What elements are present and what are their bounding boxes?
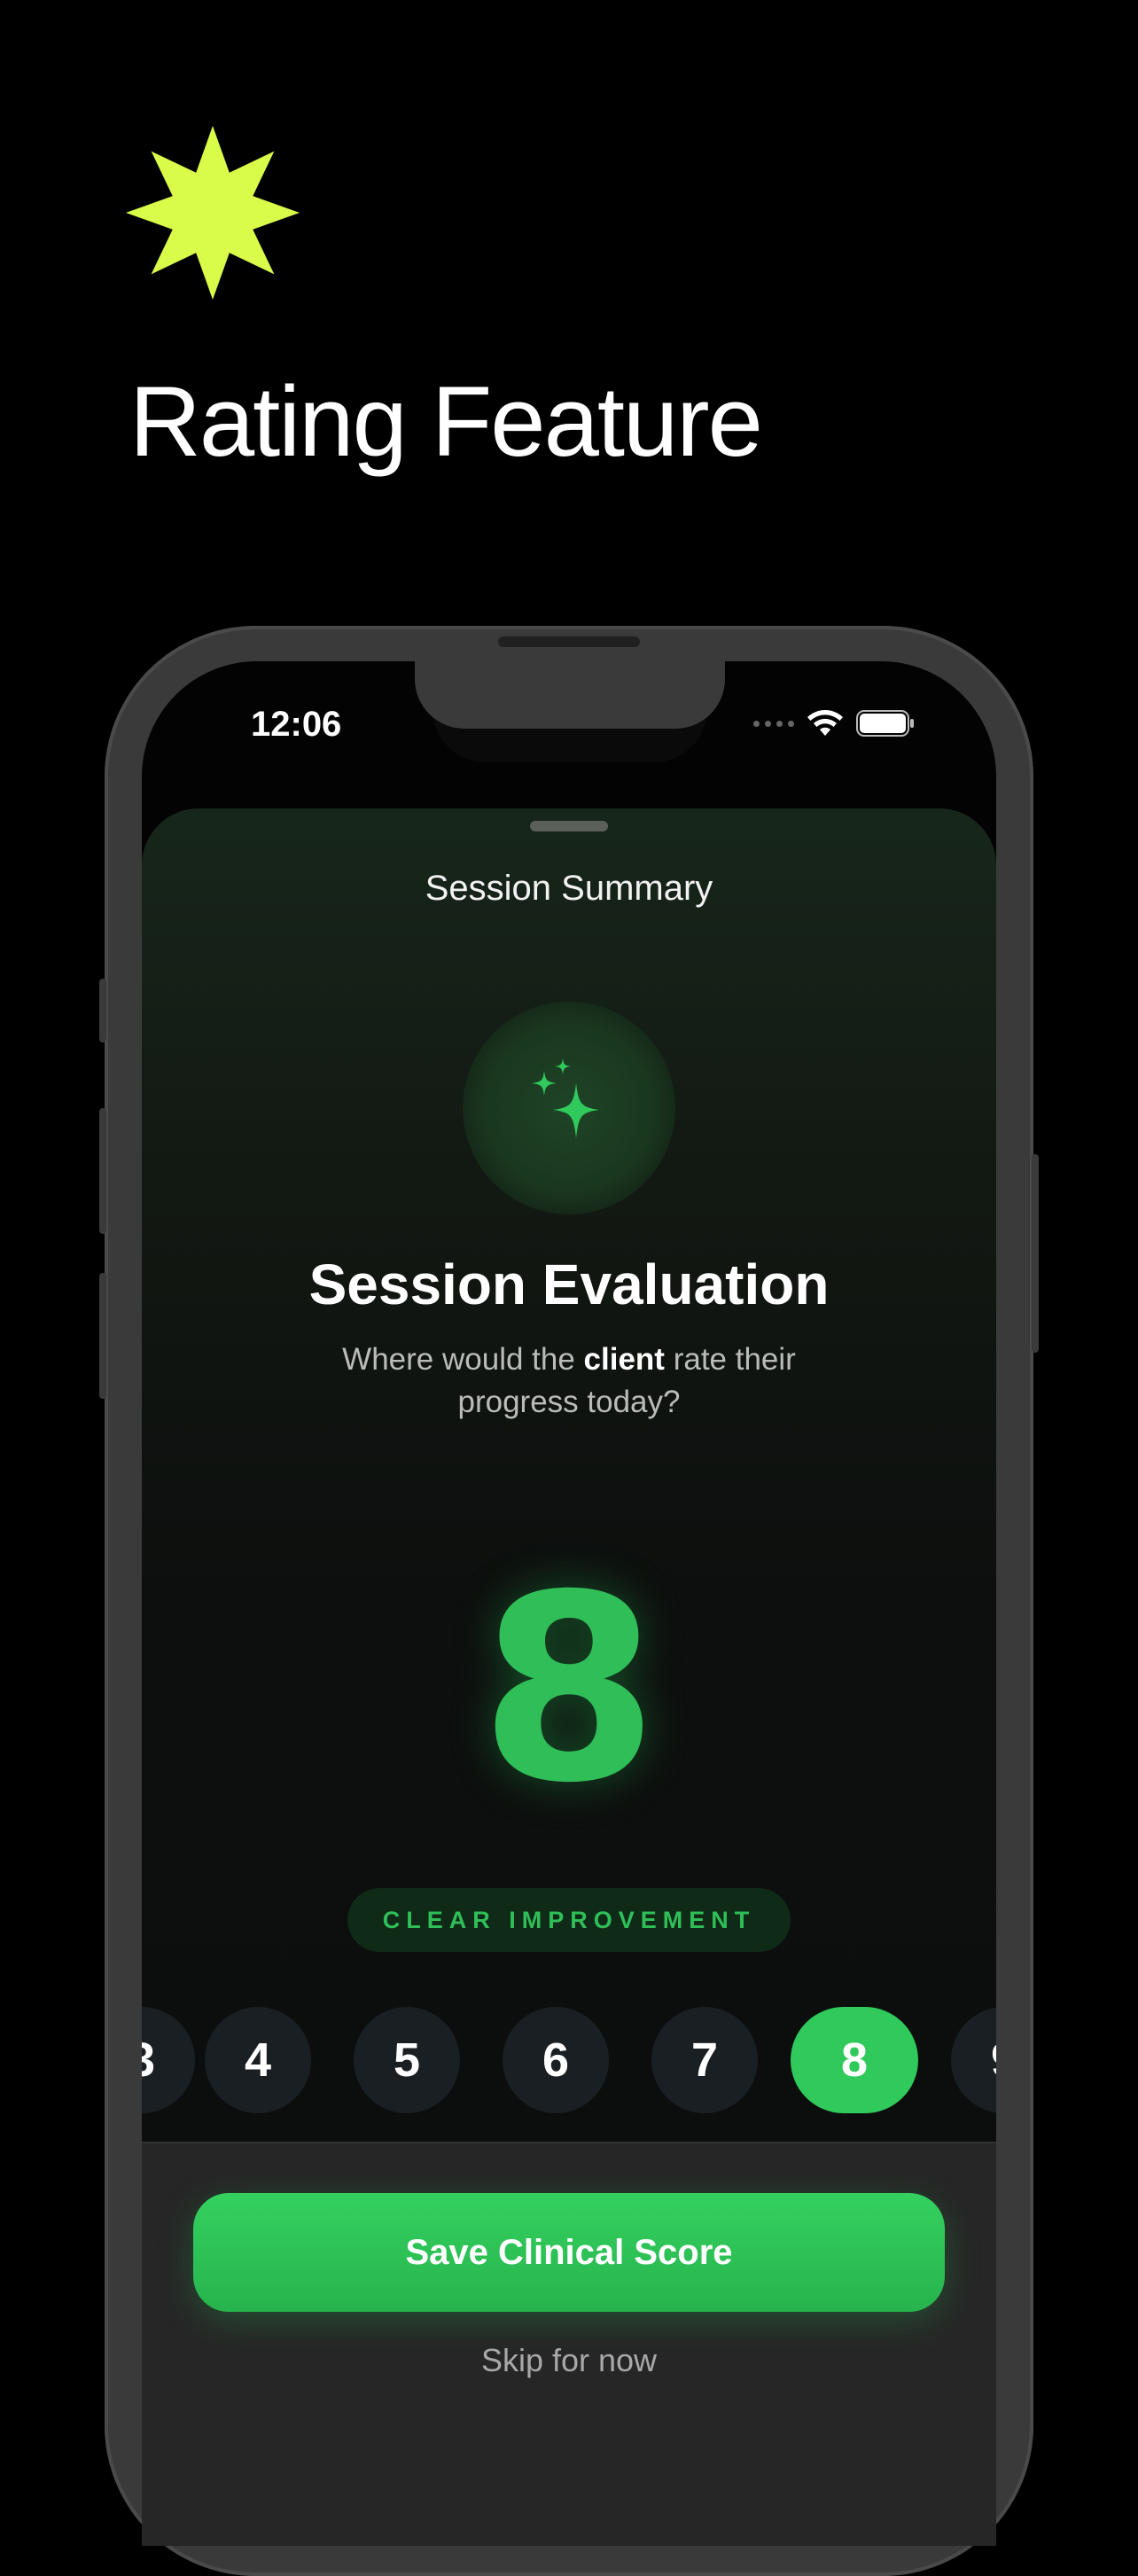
score-option-9[interactable]: 9 (951, 2007, 996, 2113)
prompt-text-emphasis: client (583, 1342, 665, 1377)
selected-score-display: 8 (479, 1541, 659, 1839)
status-icons (753, 709, 915, 738)
skip-button[interactable]: Skip for now (142, 2342, 996, 2379)
evaluation-title: Session Evaluation (308, 1253, 830, 1316)
score-option-8-selected[interactable]: 8 (791, 2007, 918, 2113)
volume-up-button (99, 1108, 106, 1234)
session-summary-sheet: Session Summary Session Evaluation Where… (142, 808, 996, 2546)
save-clinical-score-button[interactable]: Save Clinical Score (193, 2193, 945, 2312)
volume-down-button (99, 1273, 106, 1399)
score-picker[interactable]: 3 4 5 6 7 8 9 (142, 2007, 996, 2113)
status-time: 12:06 (251, 705, 342, 744)
wifi-icon (807, 710, 843, 736)
score-label-badge: CLEAR IMPROVEMENT (347, 1888, 791, 1952)
score-option-7[interactable]: 7 (651, 2007, 758, 2113)
hero-title: Rating Feature (129, 366, 763, 477)
speaker-grille (498, 636, 640, 647)
notch (415, 661, 725, 729)
action-bar: Save Clinical Score Skip for now (142, 2142, 996, 2546)
prompt-text-start: Where would the (342, 1342, 584, 1377)
sparkles-icon (532, 1058, 599, 1138)
sheet-title: Session Summary (425, 869, 713, 908)
power-button (1032, 1154, 1039, 1353)
score-option-4[interactable]: 4 (205, 2007, 311, 2113)
signal-dots-icon (753, 720, 794, 727)
evaluation-prompt: Where would the client rate their progre… (319, 1339, 819, 1424)
score-option-3[interactable]: 3 (142, 2007, 195, 2113)
starburst-logo-icon (126, 126, 300, 300)
sheet-grabber[interactable] (530, 821, 608, 831)
mute-switch (99, 979, 106, 1042)
score-option-6[interactable]: 6 (503, 2007, 609, 2113)
battery-icon (856, 710, 914, 737)
score-option-5[interactable]: 5 (354, 2007, 460, 2113)
